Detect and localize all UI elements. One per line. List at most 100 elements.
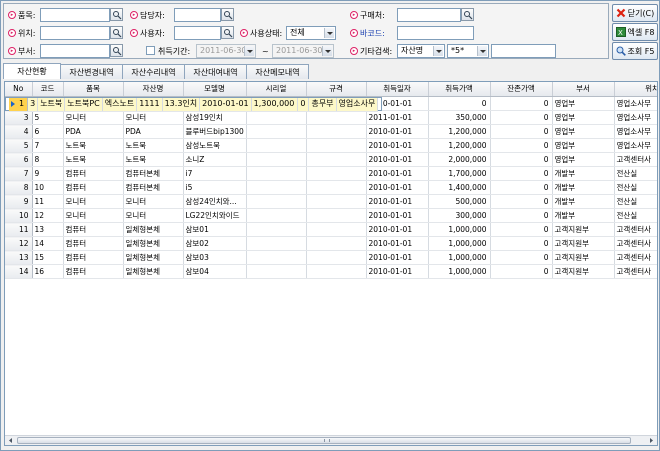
table-cell[interactable] [306,152,367,167]
table-cell[interactable]: 컴퓨터 [63,180,124,195]
table-cell[interactable] [306,166,367,181]
table-cell[interactable]: 고객지원부 [552,222,615,237]
table-cell[interactable] [246,250,307,265]
table-cell[interactable] [306,124,367,139]
table-cell[interactable]: 0 [490,222,553,237]
column-header[interactable]: 자산명 [123,82,184,97]
table-cell[interactable] [246,180,307,195]
asset-grid[interactable]: No 코드 품목 자산명 모델명 시리얼 규격 취득일자 취득가액 잔존가액 부서 위치 1 3 노트북 노… [4,81,658,446]
row-number-cell[interactable]: 1 [9,97,29,112]
table-cell[interactable]: 노트북 [37,97,66,112]
tab-asset-memo[interactable]: 자산메모내역 [246,64,309,79]
table-row[interactable]: 1 3 노트북 노트북PC 엑스노트 1111 13.3인치 2010-01-01 1,300,… [5,96,383,112]
table-cell[interactable]: 노트북 [123,138,184,153]
table-cell[interactable]: 전산실 [614,166,657,181]
table-cell[interactable]: 고객센터사 [614,222,657,237]
table-cell[interactable]: 영업소사무 [336,97,379,112]
table-cell[interactable] [306,194,367,209]
table-cell[interactable]: 노트북 [123,152,184,167]
table-cell[interactable]: 삼성24인치와... [183,194,247,209]
table-cell[interactable] [306,236,367,251]
column-header[interactable]: 잔존가액 [490,82,553,97]
column-header[interactable]: 부서 [552,82,615,97]
table-cell[interactable]: 2010-01-01 [199,97,252,112]
table-cell[interactable]: 영업부 [552,152,615,167]
table-cell[interactable]: 13.3인치 [162,97,201,112]
tab-asset-change[interactable]: 자산변경내역 [60,64,123,79]
table-cell[interactable]: 2010-01-01 [366,250,429,265]
column-header[interactable]: 위치 [614,82,657,97]
table-cell[interactable] [246,236,307,251]
table-cell[interactable] [246,138,307,153]
table-cell[interactable]: 1,000,000 [428,222,491,237]
table-cell[interactable]: 삼성노트북 [183,138,247,153]
column-header[interactable]: 취득가액 [428,82,491,97]
column-header[interactable]: 코드 [32,82,64,97]
row-number-cell[interactable]: 5 [5,138,33,153]
table-cell[interactable]: 개발부 [552,208,615,223]
table-cell[interactable]: 삼보03 [183,250,247,265]
table-cell[interactable]: 삼보01 [183,222,247,237]
table-cell[interactable]: 모니터 [63,194,124,209]
column-header[interactable]: 품목 [63,82,124,97]
table-cell[interactable]: 개발부 [552,194,615,209]
table-cell[interactable]: LG22인치와이드 [183,208,247,223]
table-cell[interactable]: 삼보02 [183,236,247,251]
table-cell[interactable]: 개발부 [552,180,615,195]
tab-asset-status[interactable]: 자산현황 [3,63,61,79]
table-cell[interactable] [246,208,307,223]
table-row[interactable]: 14 16 컴퓨터 일체형본체 삼보04 2010-01-01 1,000,000 0 고객지원… [5,264,657,279]
row-number-cell[interactable]: 9 [5,194,33,209]
other-search-op-select[interactable]: *5* [447,44,489,58]
table-cell[interactable]: 2010-01-01 [366,166,429,181]
table-cell[interactable]: 컴퓨터 [63,236,124,251]
table-cell[interactable]: 0 [428,96,491,111]
table-cell[interactable]: 0 [490,194,553,209]
table-cell[interactable]: 1,300,000 [251,97,299,112]
table-cell[interactable]: 12 [32,208,64,223]
table-cell[interactable]: 엑스노트 [102,97,138,112]
manager-input[interactable] [174,8,221,22]
table-cell[interactable]: 13 [32,222,64,237]
table-row[interactable]: 13 15 컴퓨터 일체형본체 삼보03 2010-01-01 1,000,000 0 고객지원… [5,250,657,265]
table-cell[interactable]: 노트북 [63,152,124,167]
row-number-cell[interactable]: 3 [5,110,33,125]
dept-lookup-button[interactable] [110,44,123,57]
table-cell[interactable]: 500,000 [428,194,491,209]
row-number-cell[interactable]: 12 [5,236,33,251]
table-row[interactable]: 6 8 노트북 노트북 소니Z 2010-01-01 2,000,000 0 영업부 고객센터사 [5,152,657,167]
table-cell[interactable]: 0 [490,250,553,265]
table-row[interactable]: 11 13 컴퓨터 일체형본체 삼보01 2010-01-01 1,000,000 0 고객지원… [5,222,657,237]
table-cell[interactable]: 0 [490,152,553,167]
horizontal-scrollbar[interactable] [5,435,657,445]
table-cell[interactable]: 14 [32,236,64,251]
table-cell[interactable]: 노트북PC [64,97,103,112]
vendor-input[interactable] [397,8,461,22]
table-cell[interactable]: 컴퓨터 [63,166,124,181]
table-cell[interactable]: 영업부 [552,138,615,153]
table-cell[interactable]: 컴퓨터본체 [123,180,184,195]
other-search-field-select[interactable]: 자산명 [397,44,445,58]
table-cell[interactable]: 16 [32,264,64,279]
table-cell[interactable]: 8 [32,152,64,167]
table-cell[interactable]: 1,200,000 [428,124,491,139]
table-cell[interactable] [306,222,367,237]
table-cell[interactable]: 고객센터사 [614,152,657,167]
table-cell[interactable]: 0 [490,138,553,153]
item-lookup-button[interactable] [110,8,123,21]
row-number-cell[interactable]: 7 [5,166,33,181]
table-cell[interactable]: i5 [183,180,247,195]
table-row[interactable]: 12 14 컴퓨터 일체형본체 삼보02 2010-01-01 1,000,000 0 고객지원… [5,236,657,251]
table-cell[interactable]: 일체형본체 [123,236,184,251]
tab-asset-rental[interactable]: 자산대여내역 [184,64,247,79]
table-cell[interactable]: 2010-01-01 [366,152,429,167]
table-cell[interactable] [246,194,307,209]
search-button[interactable]: 조회 F5 [612,42,658,60]
table-cell[interactable]: 고객센터사 [614,264,657,279]
table-cell[interactable]: 5 [32,110,64,125]
table-cell[interactable] [246,124,307,139]
table-cell[interactable]: 영업부 [552,96,615,111]
table-cell[interactable]: 영업소사무 [614,96,657,111]
table-row[interactable]: 5 7 노트북 노트북 삼성노트북 2010-01-01 1,200,000 0 영업부 영업소사… [5,138,657,153]
table-cell[interactable]: 1,000,000 [428,236,491,251]
